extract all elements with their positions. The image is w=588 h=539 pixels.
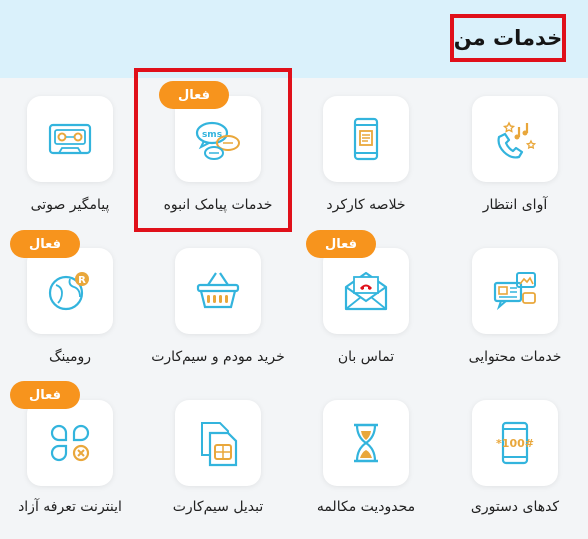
service-label-voicemail: پیامگیر صوتی (30, 197, 110, 213)
content-chat-icon (493, 272, 536, 311)
active-badge-roaming: فعال (10, 230, 80, 258)
envelope-phone-icon (344, 271, 388, 311)
sim-card-icon (201, 422, 238, 467)
service-label-music-tone: آوای انتظار (482, 197, 548, 213)
service-label-call-guard: تماس بان (337, 349, 395, 365)
shopping-basket-icon (196, 272, 240, 309)
mobile-report-icon (353, 117, 379, 161)
service-card-free-tariff-internet[interactable] (27, 400, 113, 486)
title-highlight-box: خدمات من (450, 14, 566, 62)
service-label-free-tariff-internet: اینترنت تعرفه آزاد (18, 499, 122, 515)
service-card-voicemail[interactable] (27, 96, 113, 182)
service-label-usage-summary: خلاصه کارکرد (326, 197, 406, 213)
active-badge-call-guard: فعال (306, 230, 376, 258)
service-card-sim-swap[interactable] (175, 400, 261, 486)
service-card-roaming[interactable]: R (27, 248, 113, 334)
service-label-sim-swap: تبدیل سیم‌کارت (172, 499, 264, 515)
service-label-content: خدمات محتوایی (468, 349, 562, 365)
svg-text:R: R (78, 275, 86, 286)
cassette-icon (48, 123, 92, 155)
header-bar: خدمات من (0, 0, 588, 78)
hourglass-icon (354, 423, 378, 463)
service-label-roaming: رومینگ (49, 349, 91, 365)
service-card-content[interactable] (472, 248, 558, 334)
service-card-modem-sim-purchase[interactable] (175, 248, 261, 334)
phone-music-icon (497, 121, 537, 159)
service-label-call-limit: محدودیت مکالمه (316, 499, 416, 515)
svg-text:*100#: *100# (496, 437, 534, 450)
service-card-call-limit[interactable] (323, 400, 409, 486)
service-label-modem-sim-purchase: خرید مودم و سیم‌کارت (151, 349, 285, 365)
service-card-usage-summary[interactable] (323, 96, 409, 182)
internet-tariff-icon (50, 424, 90, 462)
globe-roaming-icon: R (48, 272, 89, 311)
service-card-call-guard[interactable] (323, 248, 409, 334)
bulk-sms-highlight-box (134, 68, 292, 232)
ussd-phone-icon: *100# (496, 421, 534, 465)
active-badge-free-tariff-internet: فعال (10, 381, 80, 409)
page-title: خدمات من (453, 26, 563, 50)
service-card-ussd-codes[interactable]: *100# (472, 400, 558, 486)
service-card-music-tone[interactable] (472, 96, 558, 182)
service-label-ussd-codes: کدهای دستوری (470, 499, 560, 515)
